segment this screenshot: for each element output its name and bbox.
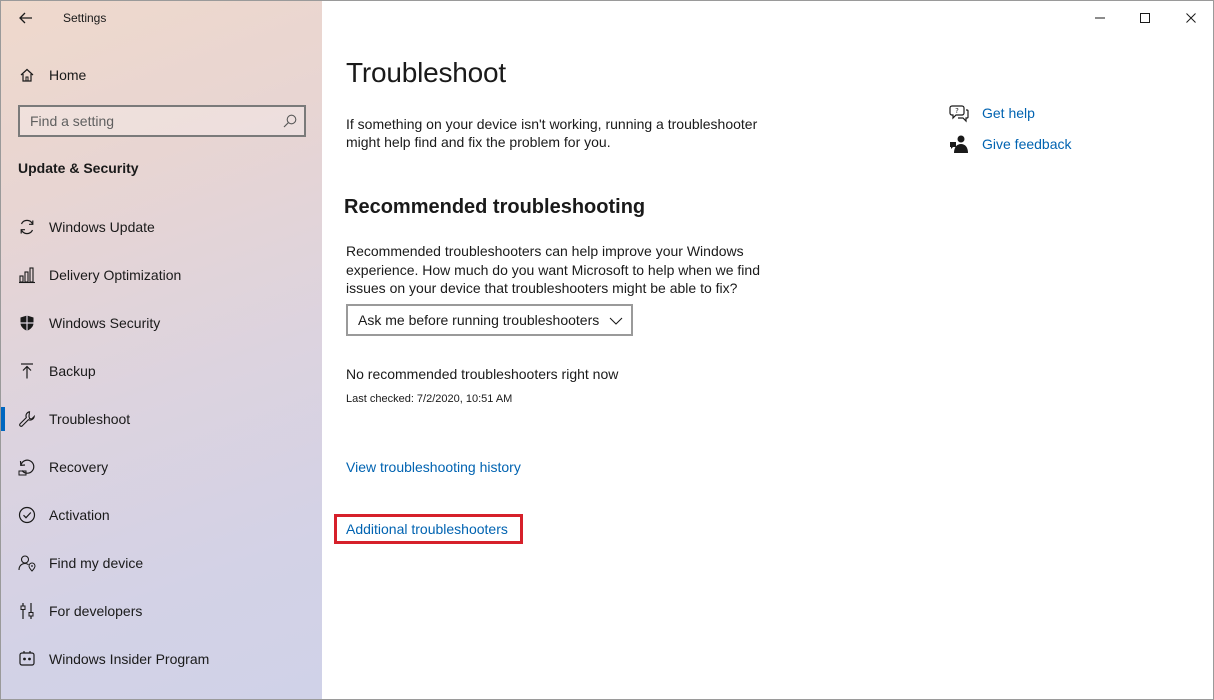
- back-arrow-icon: [19, 12, 32, 24]
- view-history-link[interactable]: View troubleshooting history: [346, 459, 521, 475]
- backup-arrow-icon: [18, 362, 36, 380]
- minimize-icon: [1095, 17, 1105, 19]
- give-feedback-label: Give feedback: [982, 136, 1072, 152]
- delivery-icon: [18, 266, 36, 284]
- intro-text: If something on your device isn't workin…: [346, 116, 758, 150]
- sidebar-item-windows-insider-program[interactable]: Windows Insider Program: [1, 639, 322, 679]
- check-circle-icon: [18, 506, 36, 524]
- sidebar: Settings Home Update & Security Windows …: [1, 1, 322, 699]
- search-icon[interactable]: [282, 113, 298, 129]
- refresh-icon: [18, 218, 36, 236]
- recommended-heading: Recommended troubleshooting: [344, 196, 646, 218]
- sidebar-item-backup[interactable]: Backup: [1, 351, 322, 391]
- sidebar-item-activation[interactable]: Activation: [1, 495, 322, 535]
- close-icon: [1186, 13, 1196, 23]
- developer-icon: [18, 602, 36, 620]
- settings-window: Settings Home Update & Security Windows …: [0, 0, 1214, 700]
- sidebar-item-label: Windows Update: [49, 219, 155, 235]
- sidebar-item-label: Activation: [49, 507, 110, 523]
- sidebar-item-label: Home: [49, 67, 87, 83]
- sidebar-item-label: Troubleshoot: [49, 411, 131, 427]
- sidebar-item-recovery[interactable]: Recovery: [1, 447, 322, 487]
- sidebar-item-troubleshoot[interactable]: Troubleshoot: [1, 399, 322, 439]
- back-button[interactable]: [15, 7, 37, 29]
- sidebar-item-delivery-optimization[interactable]: Delivery Optimization: [1, 255, 322, 295]
- feedback-icon: [949, 134, 969, 154]
- maximize-icon: [1140, 13, 1150, 23]
- sidebar-item-label: Find my device: [49, 555, 144, 571]
- additional-troubleshooters-link[interactable]: Additional troubleshooters: [337, 521, 508, 537]
- give-feedback-link[interactable]: Give feedback: [949, 132, 1072, 156]
- sidebar-item-label: Windows Security: [49, 315, 161, 331]
- troubleshooting-preference-dropdown[interactable]: Ask me before running troubleshooters: [346, 304, 633, 336]
- highlight-box: Additional troubleshooters: [334, 514, 523, 544]
- get-help-label: Get help: [982, 105, 1035, 121]
- recovery-icon: [18, 458, 36, 476]
- sidebar-item-windows-security[interactable]: Windows Security: [1, 303, 322, 343]
- main-content: Troubleshoot If something on your device…: [322, 1, 1213, 699]
- search-box: [18, 105, 306, 137]
- sidebar-item-label: Recovery: [49, 459, 109, 475]
- chevron-down-icon: [609, 314, 623, 326]
- minimize-button[interactable]: [1077, 1, 1123, 35]
- get-help-link[interactable]: ? Get help: [949, 101, 1035, 125]
- section-heading: Update & Security: [18, 160, 139, 176]
- sidebar-item-label: For developers: [49, 603, 143, 619]
- search-input[interactable]: [20, 107, 270, 135]
- wrench-icon: [18, 410, 36, 428]
- close-button[interactable]: [1168, 1, 1213, 35]
- sidebar-item-label: Windows Insider Program: [49, 651, 210, 667]
- sidebar-item-find-my-device[interactable]: Find my device: [1, 543, 322, 583]
- sidebar-item-windows-update[interactable]: Windows Update: [1, 207, 322, 247]
- recommended-description: Recommended troubleshooters can help imp…: [346, 243, 760, 296]
- svg-text:?: ?: [955, 107, 959, 115]
- page-title: Troubleshoot: [346, 57, 506, 88]
- insider-icon: [18, 650, 36, 668]
- sidebar-item-for-developers[interactable]: For developers: [1, 591, 322, 631]
- last-checked-text: Last checked: 7/2/2020, 10:51 AM: [346, 393, 513, 405]
- help-chat-icon: ?: [949, 103, 969, 123]
- maximize-button[interactable]: [1122, 1, 1168, 35]
- home-icon: [18, 66, 36, 84]
- shield-icon: [18, 314, 36, 332]
- dropdown-value: Ask me before running troubleshooters: [358, 312, 600, 328]
- person-location-icon: [18, 554, 36, 572]
- status-text: No recommended troubleshooters right now: [346, 366, 619, 382]
- window-title: Settings: [63, 11, 107, 25]
- sidebar-item-label: Backup: [49, 363, 96, 379]
- sidebar-item-label: Delivery Optimization: [49, 267, 182, 283]
- sidebar-item-home[interactable]: Home: [1, 55, 322, 95]
